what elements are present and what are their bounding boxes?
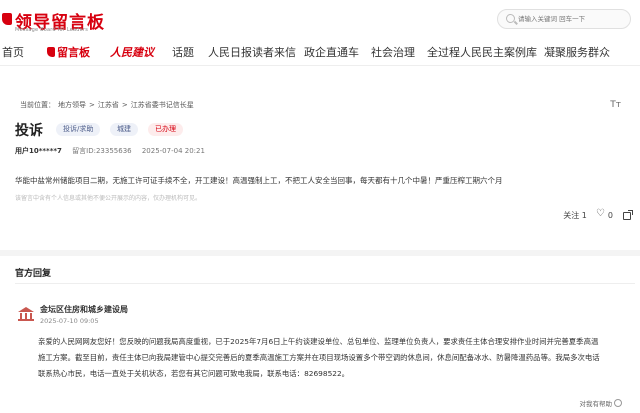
breadcrumb-prefix: 当前位置： xyxy=(20,101,55,109)
nav-item-gov-business[interactable]: 政企直通车 xyxy=(304,44,359,60)
heart-icon xyxy=(596,208,606,219)
post-content: 华能中盐常州储能项目二期，无施工许可证手续不全，开工建设！高温强制上工，不把工人… xyxy=(15,176,503,185)
post-meta: 用户10*****7 留言ID:23355636 2025-07-04 20:2… xyxy=(15,146,205,156)
post-user: 用户10*****7 xyxy=(15,147,62,155)
nav-item-message-board-label: 留言板 xyxy=(57,46,90,59)
main-nav: 首页 留言板 人民建议 话题 人民日报读者来信 政企直通车 社会治理 全过程人民… xyxy=(0,40,640,66)
message-card: 当前位置： 地方领导 > 江苏省 > 江苏省委书记信长星 Tт 投诉 投诉/求助 城建 已… xyxy=(10,92,635,242)
nav-item-topics[interactable]: 话题 xyxy=(172,44,194,60)
section-divider xyxy=(0,250,640,256)
logo-subtitle: Message Board for Leaders xyxy=(15,27,89,33)
search-input[interactable] xyxy=(518,12,626,26)
nav-item-serve-public[interactable]: 凝聚服务群众 xyxy=(544,44,610,60)
reply-divider xyxy=(15,283,635,284)
font-size-toggle-icon[interactable]: Tт xyxy=(610,100,621,110)
post-actions: 关注 1 0 xyxy=(563,208,633,221)
reply-body: 亲爱的人民网网友您好！您反映的问题我局高度重视，已于2025年7月6日上午约谈建… xyxy=(38,334,633,382)
type-tag: 投诉/求助 xyxy=(56,123,101,136)
logo-mark-icon xyxy=(2,13,12,25)
nav-item-social-governance[interactable]: 社会治理 xyxy=(371,44,415,60)
breadcrumb-item[interactable]: 地方领导 xyxy=(58,101,86,109)
nav-item-home[interactable]: 首页 xyxy=(2,44,24,60)
message-id: 留言ID:23355636 xyxy=(72,147,132,155)
nav-item-people-suggestion[interactable]: 人民建议 xyxy=(110,44,154,60)
helpful-icon xyxy=(614,399,622,407)
helpful-button[interactable]: 对我有帮助 xyxy=(579,398,622,408)
nav-item-message-board[interactable]: 留言板 xyxy=(47,44,90,60)
breadcrumb-separator: > xyxy=(121,101,128,109)
official-reply-heading: 官方回复 xyxy=(15,269,52,279)
search-box[interactable] xyxy=(497,9,631,29)
nav-item-democracy-cases[interactable]: 全过程人民民主案例库 xyxy=(427,44,537,60)
search-icon[interactable] xyxy=(506,14,515,23)
reply-line: 亲爱的人民网网友您好！您反映的问题我局高度重视，已于2025年7月6日上午约谈建… xyxy=(38,337,599,346)
breadcrumb-item[interactable]: 江苏省委书记信长星 xyxy=(131,101,194,109)
message-board-logo-icon xyxy=(47,47,55,57)
breadcrumb-separator: > xyxy=(89,101,95,109)
follow-button[interactable]: 关注 1 xyxy=(563,210,587,221)
helpful-label: 对我有帮助 xyxy=(579,400,613,408)
privacy-notice: 该留言中含有个人信息或其他不便公开展示的内容，仅办理机构可见。 xyxy=(15,195,202,202)
reply-line: 联系热心市民，电话一直处于关机状态，若您有其它问题可致电我局，联系电话：8269… xyxy=(38,369,350,378)
status-badge: 已办理 xyxy=(148,123,183,136)
breadcrumb: 当前位置： 地方领导 > 江苏省 > 江苏省委书记信长星 xyxy=(20,100,197,110)
like-count: 0 xyxy=(607,211,613,220)
top-bar: 领导留言板 Message Board for Leaders xyxy=(0,0,640,36)
reply-line: 施工方案。截至目前，责任主体已向我局建管中心提交完善后的夏季高温施工方案并在项目… xyxy=(38,353,600,362)
category-tag: 城建 xyxy=(110,123,138,136)
share-icon[interactable] xyxy=(623,209,633,220)
breadcrumb-item[interactable]: 江苏省 xyxy=(98,101,119,109)
post-datetime: 2025-07-04 20:21 xyxy=(141,147,205,155)
like-button[interactable]: 0 xyxy=(596,208,613,220)
government-building-icon xyxy=(18,307,34,321)
page-title: 投诉 xyxy=(15,123,43,139)
reply-date: 2025-07-10 09:05 xyxy=(40,317,99,325)
reply-bureau-name: 金坛区住房和城乡建设局 xyxy=(40,305,128,314)
nav-item-readers-letters[interactable]: 人民日报读者来信 xyxy=(208,44,296,60)
